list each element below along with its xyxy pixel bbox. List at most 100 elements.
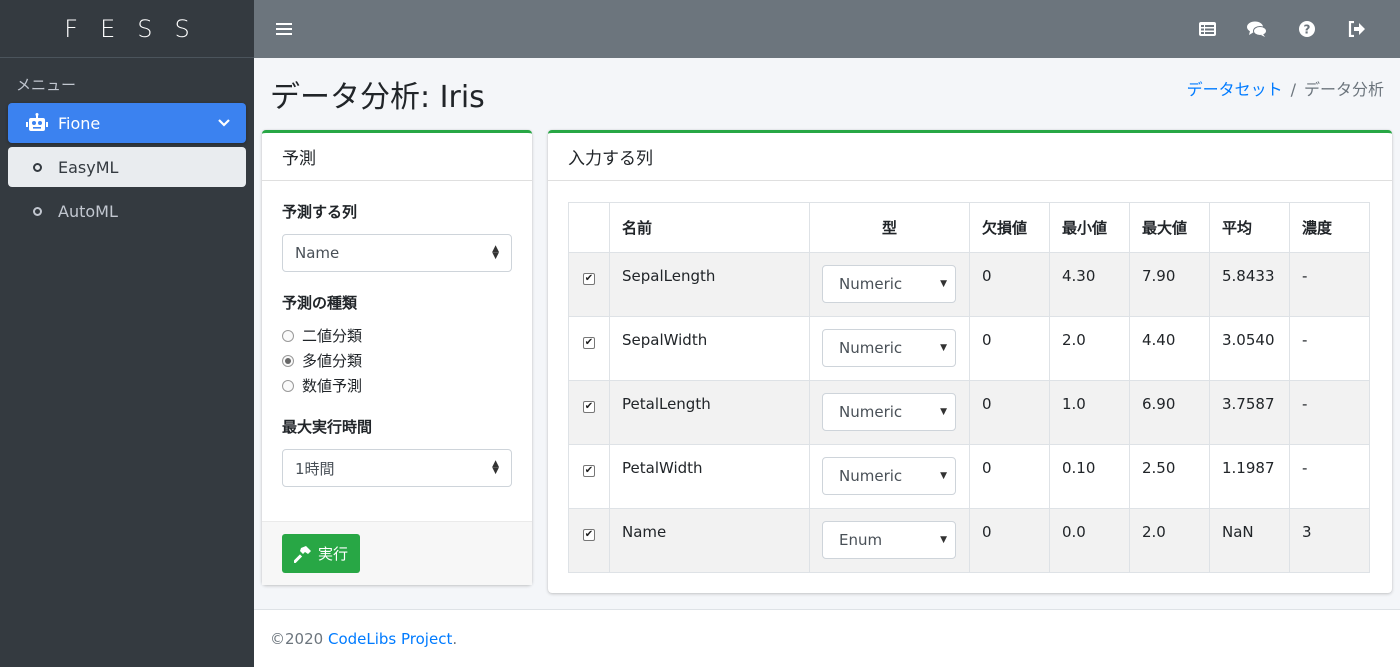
prediction-card: 予測 予測する列 Name ▲ ▼ 予測の種類 二値分類 多値分類 数値予測 最大… [262,130,532,585]
max-runtime-select[interactable]: 1時間 ▲ ▼ [282,449,512,487]
select-value: Name [295,244,340,262]
main-content: データ分析: Iris データセット / データ分析 予測 予測する列 Name ▲… [254,58,1400,609]
column-header: 最大値 [1129,202,1210,253]
row-checkbox-cell: ✔ [568,316,610,381]
cell-max: 2.50 [1129,444,1210,509]
robot-icon [24,113,50,133]
cell-max: 7.90 [1129,252,1210,317]
row-checkbox[interactable]: ✔ [583,337,595,349]
sidebar-item-easyml[interactable]: EasyML [8,147,246,187]
footer-copyright: ©2020 [270,629,324,648]
caret-down-icon: ▼ [940,343,947,353]
page-title: データ分析: Iris [270,80,485,115]
cell-max: 6.90 [1129,380,1210,445]
table-row: ✔ SepalWidth Numeric ▼ 0 2.0 4.40 3.0540 … [568,316,1370,381]
breadcrumb-link-dataset[interactable]: データセット [1187,80,1283,99]
column-header: 名前 [609,202,810,253]
card-footer: 実行 [262,521,532,585]
column-header: 濃度 [1289,202,1370,253]
breadcrumb: データセット / データ分析 [1187,76,1384,100]
row-checkbox[interactable]: ✔ [583,401,595,413]
radio-label: 多値分類 [302,352,363,370]
hammer-icon [294,545,311,563]
cell-name: PetalLength [609,380,810,445]
help-icon[interactable]: ? [1282,21,1332,37]
list-icon[interactable] [1182,22,1232,36]
chat-icon[interactable] [1232,21,1282,37]
sidebar-item-automl[interactable]: AutoML [8,191,246,231]
select-value: Numeric [839,275,903,293]
svg-text:?: ? [1304,23,1311,37]
cell-mean: 5.8433 [1209,252,1290,317]
sidebar: FESS メニュー Fione EasyML AutoML [0,0,254,667]
cell-missing: 0 [969,380,1050,445]
column-header: 型 [809,202,970,253]
cell-type: Numeric ▼ [809,380,970,445]
sidebar-item-fione[interactable]: Fione [8,103,246,143]
target-column-select[interactable]: Name ▲ ▼ [282,234,512,272]
table-row: ✔ PetalWidth Numeric ▼ 0 0.10 2.50 1.1987… [568,444,1370,509]
cell-cardinality: - [1289,444,1370,509]
cell-cardinality: - [1289,252,1370,317]
brand-text: FESS [64,14,212,43]
cell-min: 0.10 [1049,444,1130,509]
radio-button[interactable] [282,379,294,392]
menu-icon[interactable] [276,17,296,41]
radio-binary[interactable]: 二値分類 [282,323,512,348]
type-select[interactable]: Enum ▼ [822,521,956,559]
circle-icon [24,206,50,216]
radio-button[interactable] [282,329,294,342]
type-select[interactable]: Numeric ▼ [822,329,956,367]
sidebar-item-label: Fione [58,113,101,133]
row-checkbox-cell: ✔ [568,380,610,445]
column-header: 最小値 [1049,202,1130,253]
topbar: ? [254,0,1400,58]
row-checkbox-cell: ✔ [568,508,610,573]
cell-missing: 0 [969,444,1050,509]
type-select[interactable]: Numeric ▼ [822,393,956,431]
cell-missing: 0 [969,508,1050,573]
radio-regression[interactable]: 数値予測 [282,373,512,398]
radio-button[interactable] [282,354,294,367]
cell-mean: 1.1987 [1209,444,1290,509]
caret-down-icon: ▼ [940,407,947,417]
select-value: Numeric [839,467,903,485]
type-select[interactable]: Numeric ▼ [822,265,956,303]
brand-logo[interactable]: FESS [0,0,254,58]
chevron-down-icon [218,116,230,131]
logout-icon[interactable] [1332,21,1382,37]
select-value: 1時間 [295,459,335,478]
page-footer: ©2020 CodeLibs Project. [254,609,1400,667]
row-checkbox[interactable]: ✔ [583,529,595,541]
radio-multiclass[interactable]: 多値分類 [282,348,512,373]
cell-mean: NaN [1209,508,1290,573]
radio-label: 数値予測 [302,377,363,395]
cell-min: 4.30 [1049,252,1130,317]
type-select[interactable]: Numeric ▼ [822,457,956,495]
radio-label: 二値分類 [302,327,363,345]
cell-mean: 3.7587 [1209,380,1290,445]
footer-link-codelibs[interactable]: CodeLibs Project [328,630,452,648]
card-title: 入力する列 [548,133,1392,181]
caret-down-icon: ▼ [940,535,947,545]
card-title: 予測 [262,133,532,181]
target-column-label: 予測する列 [282,203,358,221]
cell-type: Numeric ▼ [809,444,970,509]
cell-max: 2.0 [1129,508,1210,573]
row-checkbox[interactable]: ✔ [583,465,595,477]
sidebar-item-label: AutoML [58,201,118,221]
row-checkbox[interactable]: ✔ [583,273,595,285]
cell-name: Name [609,508,810,573]
column-header-check [568,202,610,253]
table-row: ✔ Name Enum ▼ 0 0.0 2.0 NaN 3 [568,508,1370,573]
cell-name: SepalLength [609,252,810,317]
menu-header: メニュー [16,76,77,94]
row-checkbox-cell: ✔ [568,444,610,509]
max-runtime-label: 最大実行時間 [282,418,373,436]
run-button[interactable]: 実行 [282,534,361,573]
select-value: Numeric [839,403,903,421]
breadcrumb-current: データ分析 [1303,80,1384,99]
cell-min: 0.0 [1049,508,1130,573]
prediction-type-label: 予測の種類 [282,294,358,312]
cell-min: 2.0 [1049,316,1130,381]
